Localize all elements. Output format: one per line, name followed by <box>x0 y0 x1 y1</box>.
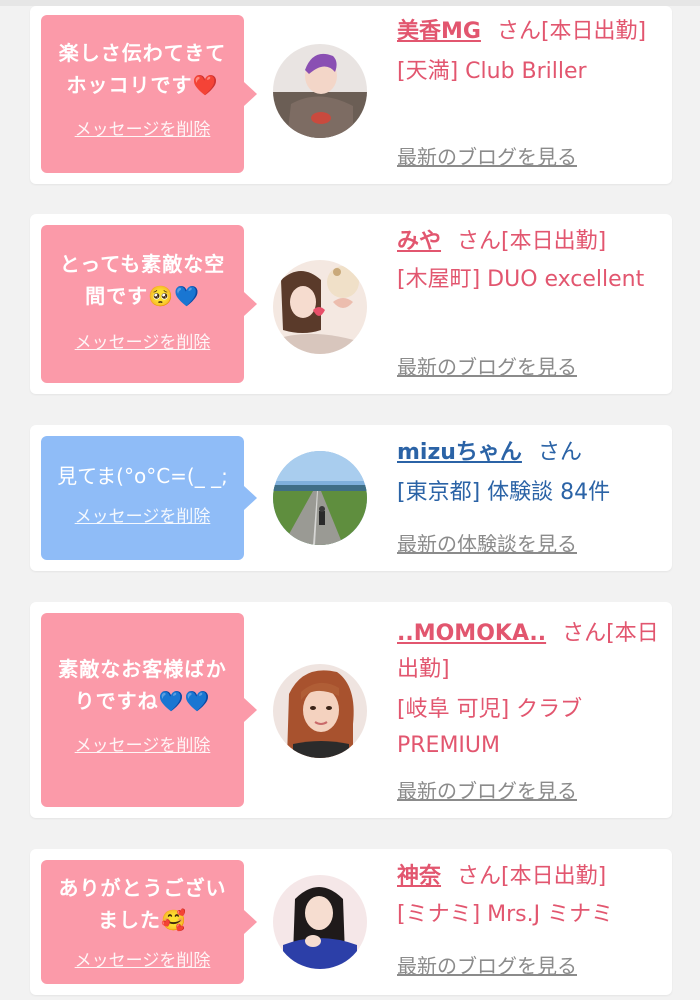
road-photo-icon <box>273 451 367 545</box>
user-info: みや さん[本日出勤] [木屋町] DUO excellent <box>397 224 659 298</box>
message-bubble: とっても素敵な空間です🥺💙 メッセージを削除 <box>41 225 257 383</box>
latest-blog-link[interactable]: 最新のブログを見る <box>397 953 577 979</box>
delete-message-link[interactable]: メッセージを削除 <box>75 950 211 972</box>
status-text: さん[本日出勤] <box>457 229 607 254</box>
message-bubble: 見てま(°o°C=(_ _; メッセージを削除 <box>41 436 257 560</box>
avatar[interactable] <box>273 451 367 545</box>
user-info: mizuちゃん さん [東京都] 体験談 84件 <box>397 435 659 511</box>
user-info: 美香MG さん[本日出勤] [天満] Club Briller <box>397 14 659 90</box>
shop-text: [岐阜 可児] クラブ PREMIUM <box>397 697 583 758</box>
girl-photo-icon <box>273 664 367 758</box>
shop-text: [天満] Club Briller <box>397 59 587 84</box>
message-card: とっても素敵な空間です🥺💙 メッセージを削除 みや さん[本日出勤] [木屋町] … <box>30 214 672 394</box>
user-name-link[interactable]: 神奈 <box>397 864 441 889</box>
message-card: 素敵なお客様ばかりですね💙💙 メッセージを削除 ..MOMOKA.. さん[本日出… <box>30 602 672 818</box>
latest-blog-link[interactable]: 最新のブログを見る <box>397 778 577 804</box>
girl-photo-icon <box>273 260 367 354</box>
shop-text: [ミナミ] Mrs.J ミナミ <box>397 902 614 927</box>
avatar[interactable] <box>273 44 367 138</box>
shop-text: [木屋町] DUO excellent <box>397 267 645 292</box>
message-text: ありがとうございました🥰 <box>58 876 227 932</box>
message-text: 楽しさ伝わてきてホッコリです❤️ <box>58 41 227 97</box>
avatar[interactable] <box>273 260 367 354</box>
user-name-link[interactable]: mizuちゃん <box>397 440 522 465</box>
message-text: 素敵なお客様ばかりですね💙💙 <box>58 657 227 713</box>
message-bubble: 素敵なお客様ばかりですね💙💙 メッセージを削除 <box>41 613 257 807</box>
girl-photo-icon <box>273 875 367 969</box>
user-name-link[interactable]: みや <box>397 229 441 254</box>
latest-blog-link[interactable]: 最新のブログを見る <box>397 354 577 380</box>
user-info: 神奈 さん[本日出勤] [ミナミ] Mrs.J ミナミ <box>397 859 659 933</box>
avatar[interactable] <box>273 664 367 758</box>
delete-message-link[interactable]: メッセージを削除 <box>75 506 211 528</box>
user-info: ..MOMOKA.. さん[本日出勤] [岐阜 可児] クラブ PREMIUM <box>397 616 659 764</box>
status-text: さん <box>537 440 582 465</box>
message-card: 楽しさ伝わてきてホッコリです❤️ メッセージを削除 美香MG さん[本日出勤] [… <box>30 6 672 184</box>
message-text: とっても素敵な空間です🥺💙 <box>59 252 226 308</box>
delete-message-link[interactable]: メッセージを削除 <box>75 119 211 141</box>
girl-photo-icon <box>273 44 367 138</box>
latest-experience-link[interactable]: 最新の体験談を見る <box>397 531 577 557</box>
avatar[interactable] <box>273 875 367 969</box>
user-name-link[interactable]: ..MOMOKA.. <box>397 621 546 646</box>
latest-blog-link[interactable]: 最新のブログを見る <box>397 144 577 170</box>
message-card: ありがとうございました🥰 メッセージを削除 神奈 さん[本日出勤] [ミナミ] M… <box>30 849 672 995</box>
message-bubble: ありがとうございました🥰 メッセージを削除 <box>41 860 257 984</box>
shop-text: [東京都] 体験談 84件 <box>397 480 611 505</box>
delete-message-link[interactable]: メッセージを削除 <box>75 735 211 757</box>
delete-message-link[interactable]: メッセージを削除 <box>75 332 211 354</box>
status-text: さん[本日出勤] <box>457 864 607 889</box>
message-bubble: 楽しさ伝わてきてホッコリです❤️ メッセージを削除 <box>41 15 257 173</box>
message-text: 見てま(°o°C=(_ _; <box>57 464 228 488</box>
message-card: 見てま(°o°C=(_ _; メッセージを削除 mizuちゃん さん [東京都] … <box>30 425 672 571</box>
user-name-link[interactable]: 美香MG <box>397 19 481 44</box>
status-text: さん[本日出勤] <box>496 19 647 44</box>
